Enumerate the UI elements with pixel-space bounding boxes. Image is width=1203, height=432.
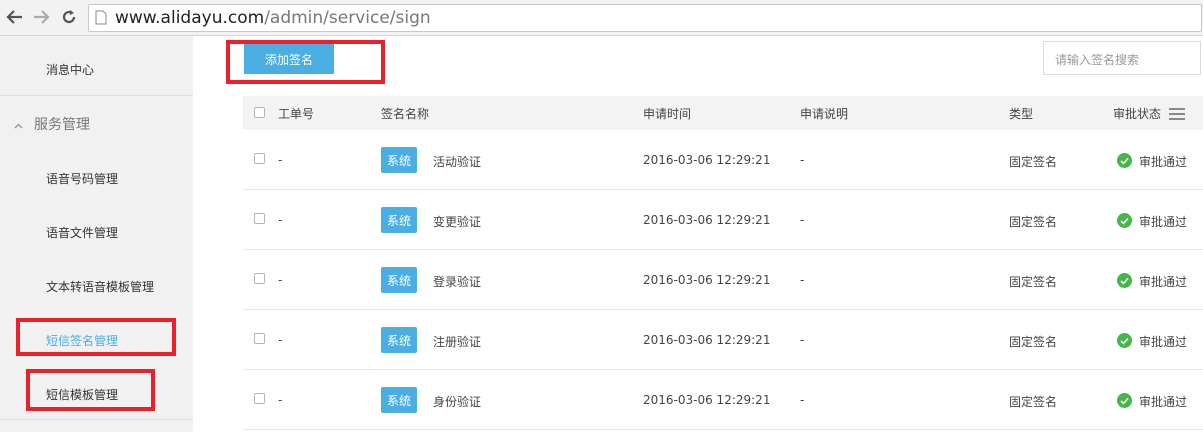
column-header-type: 类型 xyxy=(1009,107,1034,121)
sign-type: 固定签名 xyxy=(1009,335,1058,349)
search-placeholder: 请输入签名搜索 xyxy=(1055,53,1140,67)
system-tag: 系统 xyxy=(381,207,417,233)
url-path: /admin/service/sign xyxy=(264,8,431,28)
sidebar-item-label: 文本转语音模板管理 xyxy=(46,280,155,294)
system-tag: 系统 xyxy=(381,327,417,353)
apply-note: - xyxy=(800,213,805,227)
apply-time: 2016-03-06 12:29:21 xyxy=(643,333,771,347)
add-sign-button[interactable]: 添加签名 xyxy=(244,44,334,74)
address-bar[interactable]: www.alidayu.com/admin/service/sign xyxy=(88,4,1202,32)
highlight-box-sms-sign xyxy=(16,318,176,356)
divider xyxy=(0,419,193,420)
table-row: - 系统 登录验证 2016-03-06 12:29:21 - 固定签名 审批通… xyxy=(243,250,1203,310)
row-checkbox[interactable] xyxy=(254,333,265,344)
status-badge: 审批通过 xyxy=(1139,155,1188,169)
column-header-time: 申请时间 xyxy=(643,107,692,121)
forward-icon[interactable] xyxy=(30,5,52,29)
system-tag: 系统 xyxy=(381,387,417,413)
order-number: - xyxy=(278,213,283,227)
apply-note: - xyxy=(800,273,805,287)
check-circle-icon xyxy=(1117,213,1132,228)
sign-name: 注册验证 xyxy=(433,335,482,349)
order-number: - xyxy=(278,273,283,287)
table-row: - 系统 活动验证 2016-03-06 12:29:21 - 固定签名 审批通… xyxy=(243,130,1203,190)
sidebar-item-label: 语音文件管理 xyxy=(46,226,119,240)
check-circle-icon xyxy=(1117,273,1132,288)
apply-time: 2016-03-06 12:29:21 xyxy=(643,273,771,287)
table-header: 工单号 签名名称 申请时间 申请说明 类型 审批状态 xyxy=(243,96,1203,130)
column-header-note: 申请说明 xyxy=(800,107,849,121)
status-badge: 审批通过 xyxy=(1139,395,1188,409)
sign-type: 固定签名 xyxy=(1009,275,1058,289)
sign-type: 固定签名 xyxy=(1009,215,1058,229)
sign-name: 变更验证 xyxy=(433,215,482,229)
system-tag: 系统 xyxy=(381,267,417,293)
sign-type: 固定签名 xyxy=(1009,155,1058,169)
browser-toolbar: www.alidayu.com/admin/service/sign xyxy=(0,0,1203,36)
sidebar-group-label: 服务管理 xyxy=(34,117,90,133)
url-host: www.alidayu.com xyxy=(115,8,265,28)
apply-note: - xyxy=(800,153,805,167)
apply-time: 2016-03-06 12:29:21 xyxy=(643,153,771,167)
column-header-status: 审批状态 xyxy=(1113,107,1162,121)
sign-name: 登录验证 xyxy=(433,275,482,289)
check-circle-icon xyxy=(1117,153,1132,168)
order-number: - xyxy=(278,393,283,407)
status-badge: 审批通过 xyxy=(1139,335,1188,349)
column-header-name: 签名名称 xyxy=(381,107,430,121)
check-circle-icon xyxy=(1117,333,1132,348)
sign-name: 活动验证 xyxy=(433,155,482,169)
chevron-up-icon xyxy=(14,117,23,133)
search-input[interactable]: 请输入签名搜索 xyxy=(1043,41,1201,75)
row-checkbox[interactable] xyxy=(254,213,265,224)
sign-type: 固定签名 xyxy=(1009,395,1058,409)
column-menu-icon[interactable] xyxy=(1169,108,1185,120)
table-row: - 系统 变更验证 2016-03-06 12:29:21 - 固定签名 审批通… xyxy=(243,190,1203,250)
sidebar-item-label: 语音号码管理 xyxy=(46,172,119,186)
apply-time: 2016-03-06 12:29:21 xyxy=(643,213,771,227)
check-circle-icon xyxy=(1117,393,1132,408)
row-checkbox[interactable] xyxy=(254,393,265,404)
order-number: - xyxy=(278,333,283,347)
page-icon xyxy=(95,10,107,29)
status-badge: 审批通过 xyxy=(1139,215,1188,229)
row-checkbox[interactable] xyxy=(254,153,265,164)
row-checkbox[interactable] xyxy=(254,273,265,284)
table-row: - 系统 身份验证 2016-03-06 12:29:21 - 固定签名 审批通… xyxy=(243,370,1203,430)
back-icon[interactable] xyxy=(4,5,26,29)
sidebar-item-label: 消息中心 xyxy=(46,63,95,77)
reload-icon[interactable] xyxy=(58,5,80,29)
divider xyxy=(0,95,193,96)
status-badge: 审批通过 xyxy=(1139,275,1188,289)
order-number: - xyxy=(278,153,283,167)
select-all-checkbox[interactable] xyxy=(254,107,265,118)
highlight-box-sms-template xyxy=(26,369,155,411)
apply-time: 2016-03-06 12:29:21 xyxy=(643,393,771,407)
system-tag: 系统 xyxy=(381,147,417,173)
apply-note: - xyxy=(800,393,805,407)
apply-note: - xyxy=(800,333,805,347)
table-row: - 系统 注册验证 2016-03-06 12:29:21 - 固定签名 审批通… xyxy=(243,310,1203,370)
column-header-order: 工单号 xyxy=(278,107,315,121)
sign-name: 身份验证 xyxy=(433,395,482,409)
